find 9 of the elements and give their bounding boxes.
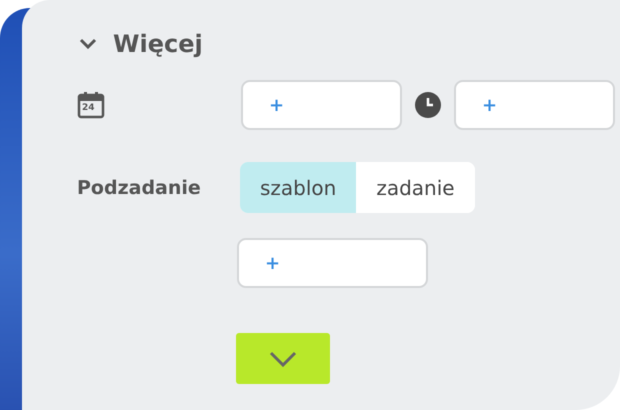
time-input-field[interactable]: +: [454, 80, 615, 130]
section-title: Więcej: [113, 30, 203, 58]
segment-option[interactable]: szablon: [240, 162, 356, 213]
chevron-down-icon[interactable]: [79, 38, 97, 50]
calendar-icon: 24: [77, 91, 105, 119]
subtask-label: Podzadanie: [77, 176, 202, 198]
clock-icon: [415, 92, 441, 118]
date-input-field[interactable]: +: [241, 80, 402, 130]
subtask-input-field[interactable]: +: [237, 238, 428, 288]
